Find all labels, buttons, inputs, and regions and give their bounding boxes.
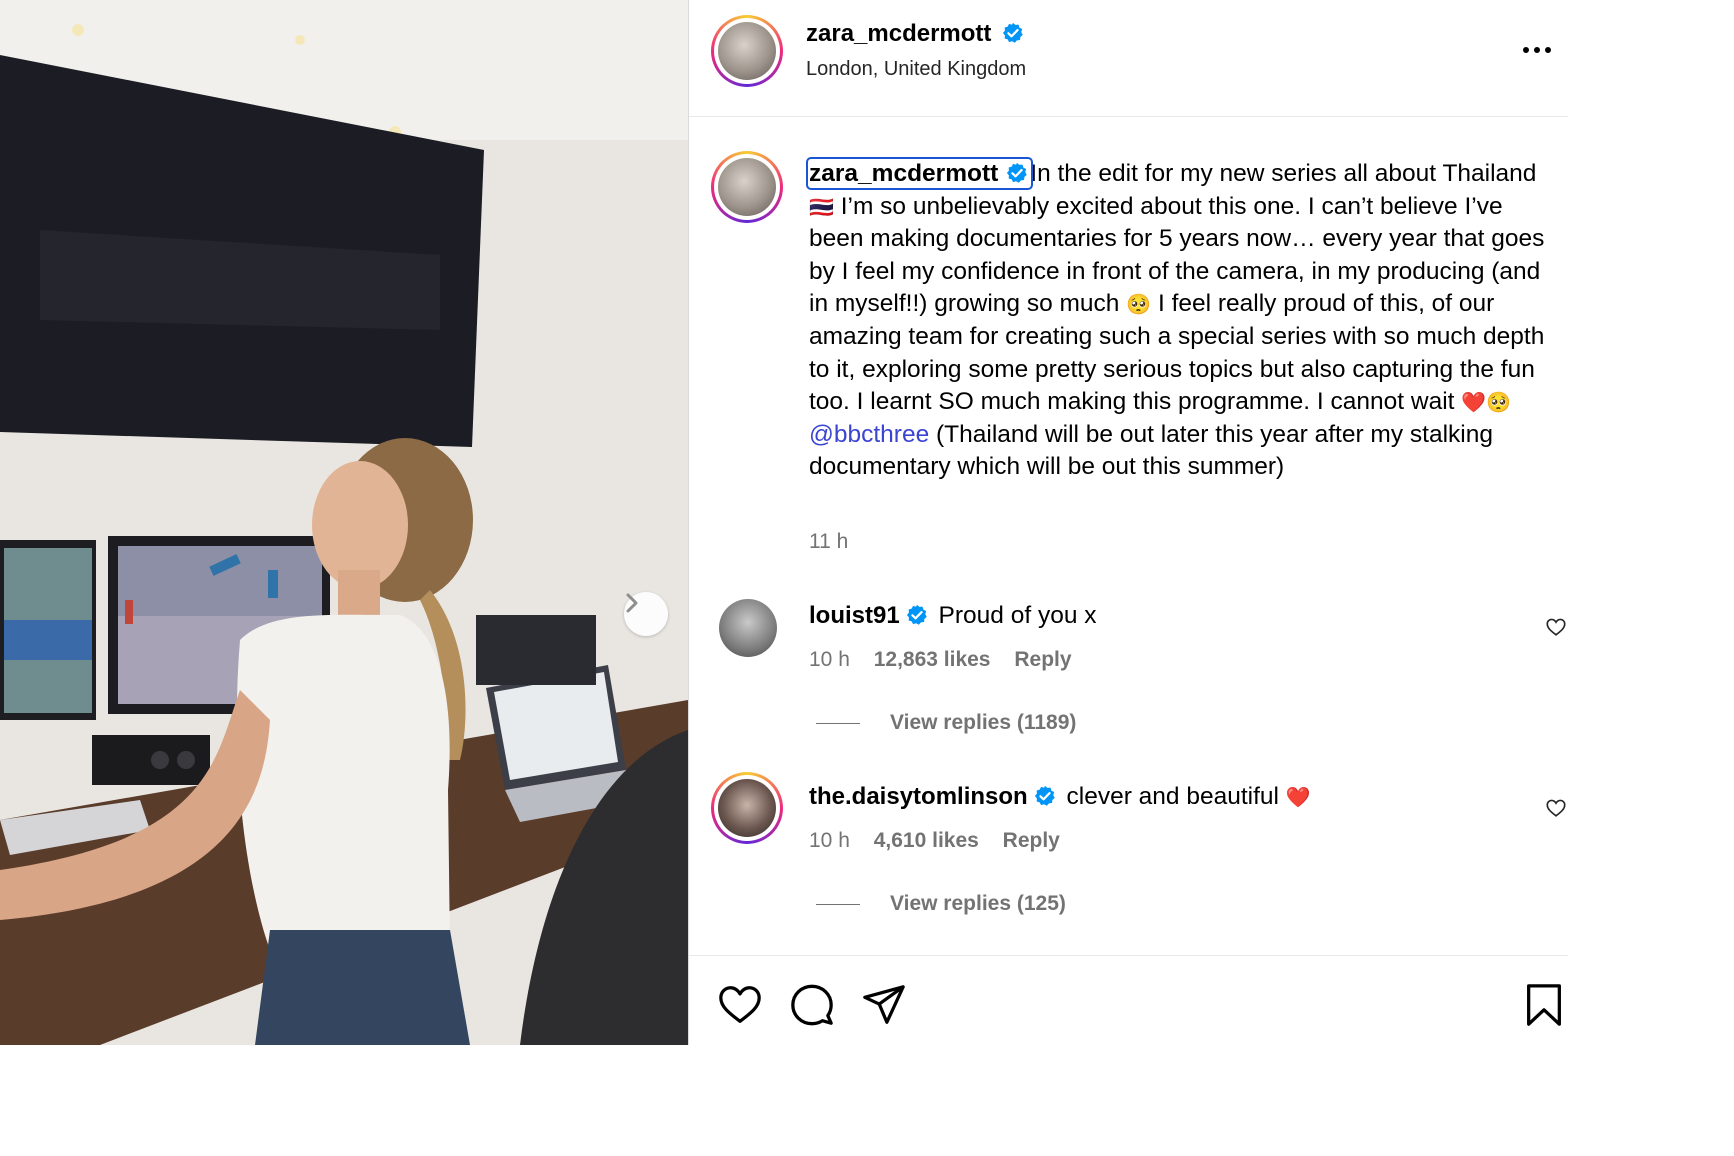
comment-icon[interactable] <box>789 982 835 1028</box>
view-replies-label[interactable]: View replies (125) <box>890 892 1066 915</box>
verified-icon <box>906 604 927 625</box>
post-timestamp[interactable]: 11 h <box>809 530 848 554</box>
post-caption: zara_mcdermott In the edit for my new se… <box>805 157 1554 484</box>
caption-username[interactable]: zara_mcdermott <box>805 157 1034 190</box>
bookmark-icon[interactable] <box>1521 982 1567 1028</box>
header-username-row: zara_mcdermott <box>806 20 1024 48</box>
comment-1: louist91 Proud of you x <box>809 602 1097 630</box>
comment-username[interactable]: the.daisytomlinson <box>809 783 1028 810</box>
comment-likes[interactable]: 4,610 likes <box>874 829 979 852</box>
verified-icon <box>1007 162 1027 183</box>
post-location[interactable]: London, United Kingdom <box>806 58 1026 81</box>
comment-meta: 10 h 4,610 likes Reply <box>809 829 1060 853</box>
view-replies-label[interactable]: View replies (1189) <box>890 711 1076 734</box>
caption-username-text[interactable]: zara_mcdermott <box>809 160 998 187</box>
view-replies-divider <box>816 722 860 724</box>
pleading-face-emoji: 🥺 <box>1486 390 1512 415</box>
mention-bbcthree[interactable]: @bbcthree <box>809 421 929 448</box>
share-icon[interactable] <box>861 982 907 1028</box>
verified-icon <box>1002 22 1023 43</box>
red-heart-emoji: ❤️ <box>1285 785 1311 809</box>
caption-author-avatar[interactable] <box>711 151 783 223</box>
verified-icon <box>1034 785 1055 806</box>
comment-2: the.daisytomlinson clever and beautiful … <box>809 783 1311 811</box>
comment-time[interactable]: 10 h <box>809 829 850 852</box>
post-photo <box>0 0 688 1045</box>
thailand-flag-emoji: 🇹🇭 <box>809 194 834 219</box>
header-username[interactable]: zara_mcdermott <box>806 20 991 47</box>
view-replies-button[interactable]: View replies (125) <box>816 892 1066 916</box>
comment-like-heart-icon[interactable] <box>1545 797 1567 819</box>
comment-meta: 10 h 12,863 likes Reply <box>809 648 1072 672</box>
view-replies-button[interactable]: View replies (1189) <box>816 711 1076 735</box>
pleading-face-emoji: 🥺 <box>1126 292 1152 317</box>
comment-avatar[interactable] <box>719 599 777 657</box>
post-header: zara_mcdermott London, United Kingdom <box>689 0 1568 117</box>
next-photo-button[interactable] <box>624 592 668 636</box>
comment-reply-button[interactable]: Reply <box>1003 829 1060 852</box>
red-heart-emoji: ❤️ <box>1461 390 1487 415</box>
comment-text: Proud of you x <box>938 602 1097 629</box>
more-options-icon[interactable] <box>1520 40 1554 60</box>
post-actions-bar <box>689 955 1568 1046</box>
post-photo-illustration <box>0 0 688 1045</box>
comment-time[interactable]: 10 h <box>809 648 850 671</box>
post-details-panel: zara_mcdermott London, United Kingdom za… <box>688 0 1568 1045</box>
comment-likes[interactable]: 12,863 likes <box>874 648 991 671</box>
heart-icon[interactable] <box>717 982 763 1028</box>
comment-text: clever and beautiful <box>1066 783 1286 810</box>
author-avatar[interactable] <box>711 15 783 87</box>
caption-text-1: In the edit for my new series all about … <box>1030 160 1537 187</box>
comment-like-heart-icon[interactable] <box>1545 616 1567 638</box>
view-replies-divider <box>816 903 860 905</box>
comment-avatar[interactable] <box>711 772 783 844</box>
comment-username[interactable]: louist91 <box>809 602 900 629</box>
chevron-right-icon <box>626 593 638 613</box>
comment-reply-button[interactable]: Reply <box>1014 648 1071 671</box>
